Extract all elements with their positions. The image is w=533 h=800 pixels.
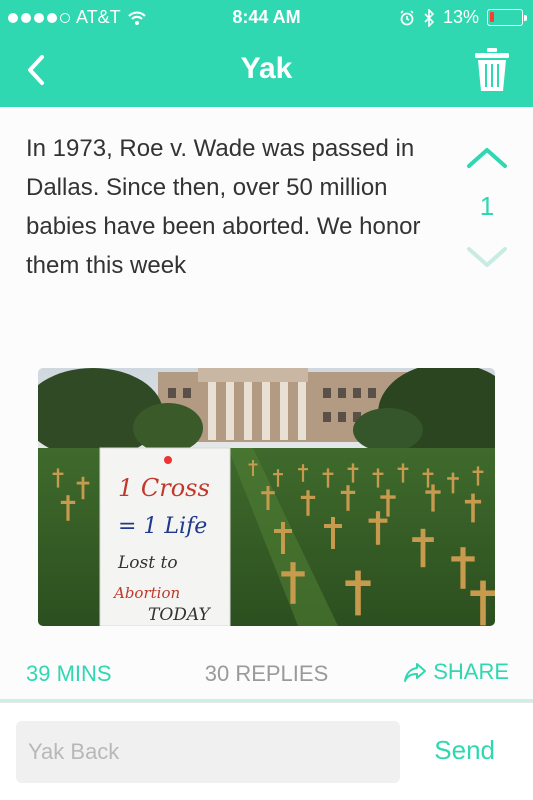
reply-input[interactable] xyxy=(16,721,400,783)
alarm-icon xyxy=(400,9,414,25)
vote-controls: 1 xyxy=(459,147,515,268)
crosses-photo: 1 Cross = 1 Life Lost to Abortion TODAY xyxy=(38,368,495,626)
nav-bar: Yak xyxy=(0,34,533,107)
battery-level xyxy=(490,12,494,22)
status-bar: AT&T 8:44 AM 13% xyxy=(0,0,533,34)
status-right: 13% xyxy=(399,7,527,28)
sign-line-3: Lost to xyxy=(117,553,178,573)
downvote-icon[interactable] xyxy=(466,246,508,268)
post-meta: 39 MINS 30 REPLIES SHARE xyxy=(0,655,533,695)
share-icon xyxy=(404,663,427,682)
post-text: In 1973, Roe v. Wade was passed in Dalla… xyxy=(26,135,421,279)
bluetooth-icon xyxy=(424,8,435,27)
battery-icon xyxy=(487,9,527,26)
post-image[interactable]: 1 Cross = 1 Life Lost to Abortion TODAY xyxy=(38,368,495,626)
yak-post: In 1973, Roe v. Wade was passed in Dalla… xyxy=(0,107,533,702)
sign-line-5: TODAY xyxy=(148,605,211,625)
share-label: SHARE xyxy=(433,659,509,684)
reply-bar: Send xyxy=(0,702,533,800)
header: AT&T 8:44 AM 13% Yak xyxy=(0,0,533,107)
share-button[interactable]: SHARE xyxy=(403,659,509,685)
sign-line-2: = 1 Life xyxy=(118,514,207,539)
send-button[interactable]: Send xyxy=(434,735,495,766)
vote-count: 1 xyxy=(479,191,495,221)
trash-icon[interactable] xyxy=(473,47,511,93)
upvote-icon[interactable] xyxy=(466,147,508,169)
sign-line-4: Abortion xyxy=(112,584,180,602)
battery-percent: 13% xyxy=(442,7,479,27)
sign-line-1: 1 Cross xyxy=(118,474,210,502)
page-title: Yak xyxy=(240,52,293,85)
